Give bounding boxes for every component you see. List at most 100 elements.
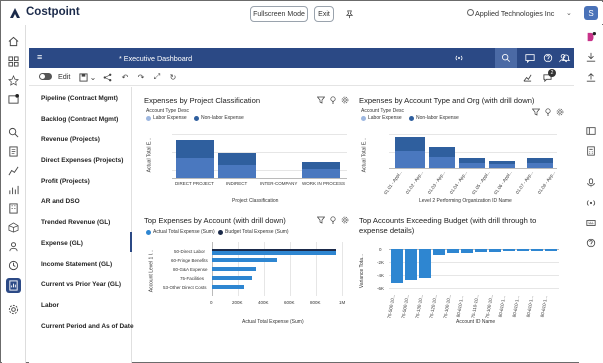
panel-icon[interactable] (585, 125, 597, 137)
legend-labor-expense[interactable]: Labor Expense (361, 115, 402, 121)
reports-icon[interactable] (6, 278, 21, 293)
calculator-icon[interactable] (585, 145, 597, 157)
filter-icon[interactable] (316, 96, 326, 106)
bar-variance-0[interactable] (391, 249, 403, 283)
download-icon[interactable] (585, 51, 597, 63)
bar-53-other-direct-costs-actual[interactable] (212, 285, 244, 289)
bar-variance-7[interactable] (489, 249, 501, 252)
apps-grid-icon[interactable] (7, 55, 20, 68)
expand-icon[interactable]: ⤢ (152, 72, 162, 82)
search-icon[interactable] (500, 52, 512, 64)
dashboard-title[interactable]: * Executive Dashboard (119, 54, 192, 63)
insights-icon[interactable] (522, 72, 532, 82)
dashboard-icon[interactable] (7, 93, 20, 106)
filter-icon[interactable] (531, 108, 541, 118)
bar-variance-6[interactable] (475, 249, 487, 252)
fullscreen-mode-button[interactable]: Fullscreen Mode (250, 6, 308, 22)
bar-org-0102-labor[interactable] (429, 157, 455, 168)
bar-variance-10[interactable] (531, 249, 543, 251)
bar-direct-project-labor[interactable] (176, 158, 214, 178)
search-icon[interactable] (7, 126, 20, 139)
building-icon[interactable] (7, 202, 20, 215)
bar-50-direct-labor-actual[interactable] (212, 251, 336, 255)
box-icon[interactable] (7, 221, 20, 234)
nav-item-direct-expenses[interactable]: Direct Expenses (Projects) (41, 157, 123, 164)
bar-60-fringe-benefits-actual[interactable] (212, 258, 277, 262)
hamburger-menu-icon[interactable]: ≡ (37, 52, 42, 62)
settings-gear-icon[interactable] (341, 216, 349, 226)
wireless-icon[interactable] (453, 52, 465, 64)
nav-item-revenue[interactable]: Revenue (Projects) (41, 136, 100, 143)
lightbulb-icon[interactable] (329, 216, 337, 226)
bar-variance-8[interactable] (503, 249, 515, 251)
help-icon[interactable] (585, 237, 597, 249)
undo-icon[interactable]: ↶ (120, 72, 130, 82)
bar-variance-9[interactable] (517, 249, 529, 251)
bar-indirect-non-labor[interactable] (218, 153, 256, 165)
comment-icon[interactable] (524, 52, 536, 64)
bar-variance-5[interactable] (461, 249, 473, 253)
nav-item-trended-revenue[interactable]: Trended Revenue (GL) (41, 219, 110, 226)
bar-75-facilities-actual[interactable] (212, 276, 252, 280)
bar-org-0101-labor[interactable] (395, 151, 425, 168)
nav-item-backlog[interactable]: Backlog (Contract Mgmt) (41, 116, 118, 123)
clock-icon[interactable] (7, 259, 20, 272)
analytics-icon[interactable] (7, 164, 20, 177)
microphone-icon[interactable] (585, 177, 597, 189)
nav-item-ar-dso[interactable]: AR and DSO (41, 198, 80, 205)
pin-icon[interactable] (340, 6, 358, 22)
chevron-down-icon[interactable]: ⌄ (566, 9, 572, 17)
refresh-icon[interactable]: ↻ (168, 72, 178, 82)
lightbulb-icon[interactable] (329, 96, 337, 106)
nav-item-current-vs-prior[interactable]: Current vs Prior Year (GL) (41, 281, 121, 288)
upload-icon[interactable] (585, 71, 597, 83)
bar-wip-non-labor[interactable] (302, 162, 340, 169)
redo-icon[interactable]: ↷ (136, 72, 146, 82)
bar-org-0101-non-labor[interactable] (395, 137, 425, 151)
user-icon[interactable] (557, 52, 569, 64)
legend-non-labor-expense[interactable]: Non-labor Expense (409, 115, 459, 121)
chevron-down-icon[interactable]: ⌄ (88, 72, 98, 82)
bar-direct-project-non-labor[interactable] (176, 140, 214, 158)
legend-actual-total-expense[interactable]: Actual Total Expense (Sum) (146, 229, 215, 235)
keyboard-icon[interactable] (585, 217, 597, 229)
help-icon[interactable] (542, 52, 554, 64)
legend-labor-expense[interactable]: Labor Expense (146, 115, 187, 121)
company-name[interactable]: Applied Technologies Inc (475, 9, 554, 18)
nav-item-profit[interactable]: Profit (Projects) (41, 178, 90, 185)
home-icon[interactable] (7, 35, 20, 48)
exit-button[interactable]: Exit (314, 6, 334, 22)
settings-gear-icon[interactable] (341, 96, 349, 106)
bar-variance-1[interactable] (405, 249, 417, 280)
bar-variance-2[interactable] (419, 249, 431, 278)
nav-item-labor[interactable]: Labor (41, 302, 59, 309)
broadcast-icon[interactable] (585, 197, 597, 209)
legend-non-labor-expense[interactable]: Non-labor Expense (194, 115, 244, 121)
lightbulb-icon[interactable] (544, 108, 552, 118)
nav-item-pipeline[interactable]: Pipeline (Contract Mgmt) (41, 95, 118, 102)
bar-wip-labor[interactable] (302, 169, 340, 178)
settings-gear-icon[interactable] (7, 303, 20, 316)
assistant-d-icon[interactable] (585, 31, 597, 43)
save-icon[interactable] (78, 72, 88, 82)
bar-indirect-labor[interactable] (218, 165, 256, 178)
bar-variance-11[interactable] (545, 249, 557, 251)
nav-item-income-statement[interactable]: Income Statement (GL) (41, 261, 112, 268)
document-icon[interactable] (7, 145, 20, 158)
bar-org-0103-labor[interactable] (459, 163, 485, 168)
favorites-star-icon[interactable] (7, 74, 20, 87)
bar-variance-4[interactable] (447, 249, 459, 253)
legend-budget-total-expense[interactable]: Budget Total Expense (Sum) (218, 229, 289, 235)
user-avatar[interactable]: S (584, 6, 598, 20)
bar-org-0104-labor[interactable] (489, 164, 515, 168)
nav-item-current-period[interactable]: Current Period and As of Date (41, 323, 134, 330)
settings-gear-icon[interactable] (556, 108, 564, 118)
bar-org-0107-labor[interactable] (527, 163, 553, 168)
people-icon[interactable] (7, 240, 20, 253)
bar-80-ga-expense-actual[interactable] (212, 267, 256, 271)
share-icon[interactable] (102, 72, 112, 82)
nav-item-expense-gl[interactable]: Expense (GL) (41, 240, 83, 247)
filter-icon[interactable] (316, 216, 326, 226)
edit-toggle[interactable] (39, 73, 52, 80)
bar-org-0102-non-labor[interactable] (429, 147, 455, 157)
